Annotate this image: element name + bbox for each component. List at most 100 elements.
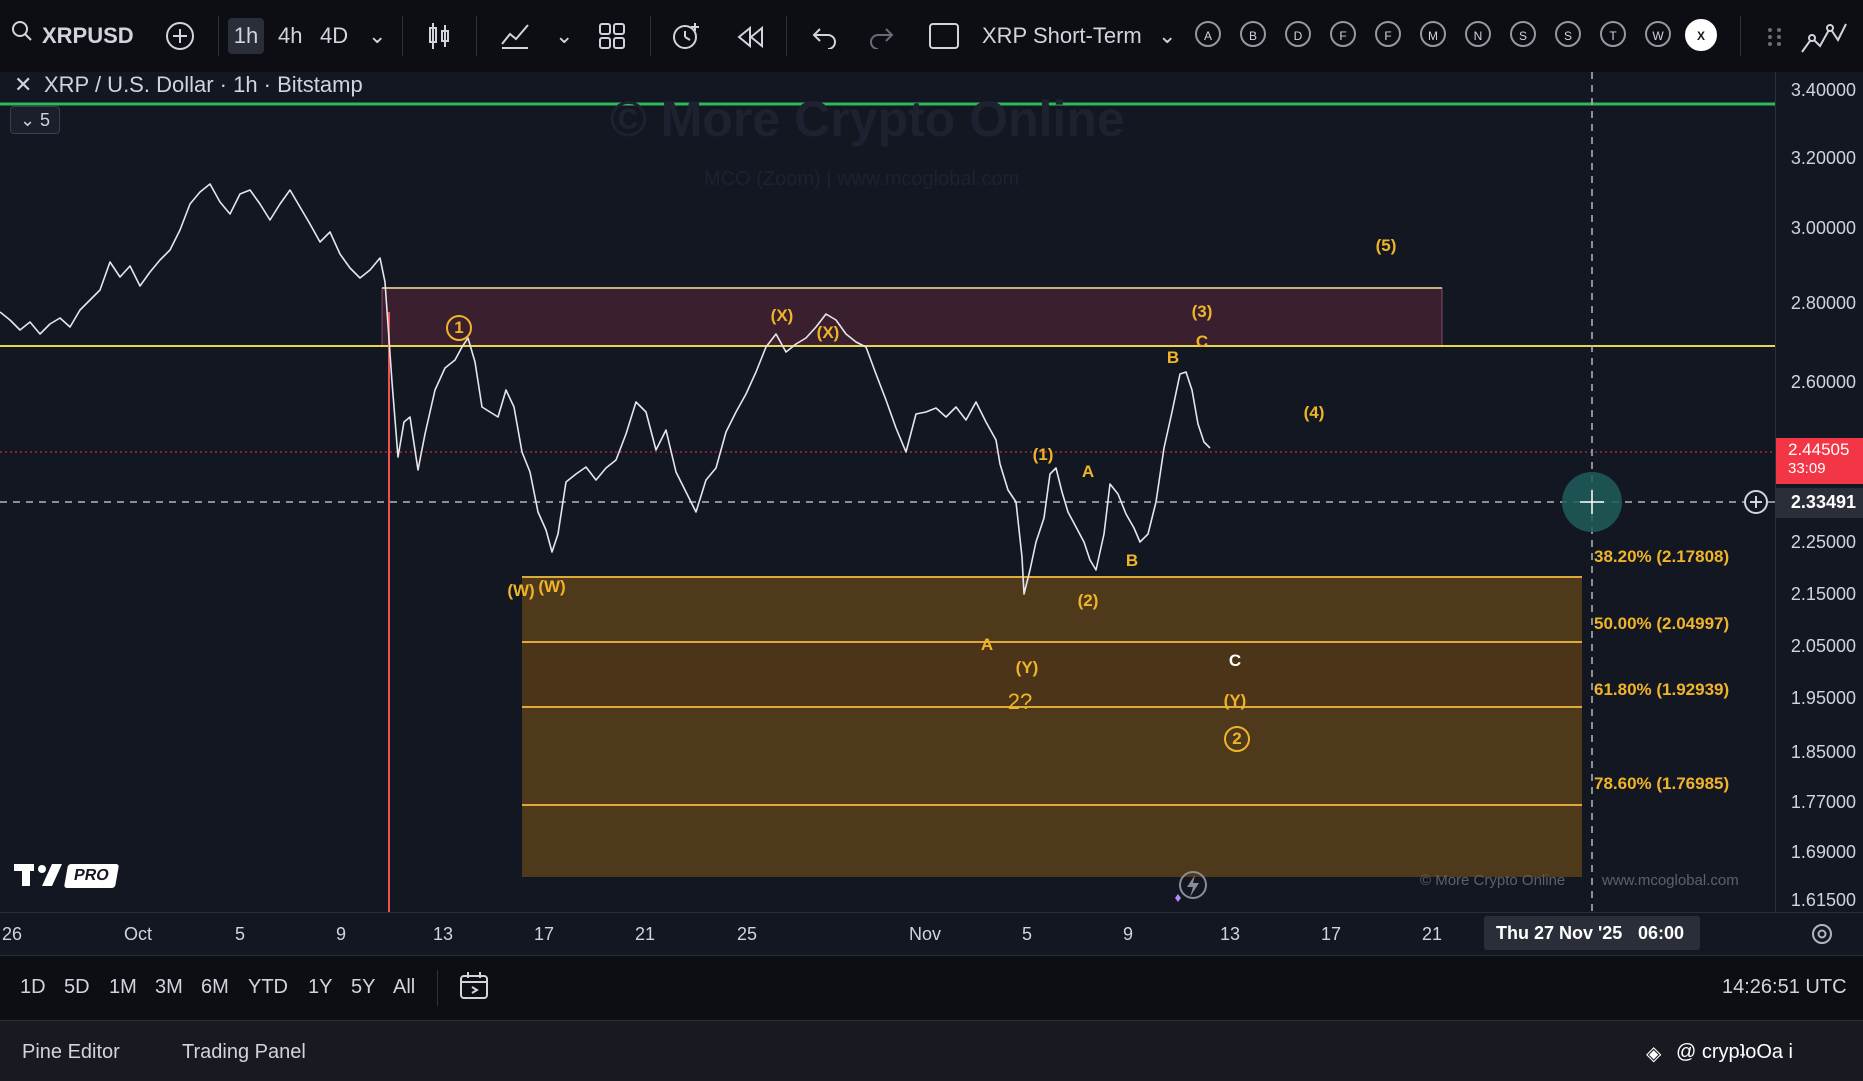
range-1y[interactable]: 1Y (308, 976, 332, 999)
chevron-down-icon[interactable]: ⌄ (1158, 18, 1176, 54)
range-6m[interactable]: 6M (201, 976, 229, 999)
alert-letter-active[interactable]: X (1685, 19, 1717, 51)
alert-letter[interactable]: N (1465, 21, 1491, 47)
interval-1h[interactable]: 1h (228, 18, 264, 54)
wave-label: (Y) (1015, 658, 1039, 677)
price-tick: 3.20000 (1790, 148, 1856, 168)
add-alert-plus-icon[interactable] (1742, 488, 1770, 521)
legend-title: XRP / U.S. Dollar · 1h · Bitstamp (44, 72, 363, 97)
time-tick: 26 (1, 924, 23, 944)
wave-label: (5) (1375, 236, 1397, 255)
wave-label: C (1195, 332, 1209, 351)
time-tick: 13 (1219, 924, 1241, 944)
wave-label: (Y) (1223, 691, 1247, 710)
compare-add-icon[interactable] (164, 20, 196, 56)
alert-letter[interactable]: W (1645, 21, 1671, 47)
go-to-date-icon[interactable] (458, 970, 490, 1007)
price-tick: 1.61500 (1790, 890, 1856, 910)
circled-wave-label: 2 (1224, 726, 1250, 752)
layout-grid-icon[interactable] (598, 22, 626, 58)
bar-countdown: 33:09 (1788, 460, 1826, 477)
crosshair-price: 2.33491 (1790, 492, 1856, 512)
settings-gear-icon[interactable] (1808, 920, 1836, 953)
price-line (0, 183, 1211, 595)
crosshair-clock: 06:00 (1638, 923, 1685, 943)
fib-zone-mid (522, 642, 1582, 707)
alert-letter[interactable]: A (1195, 21, 1221, 47)
time-tick: 25 (736, 924, 758, 944)
diamond-logo-icon: ◈ (1646, 1043, 1662, 1065)
trading-panel-tab[interactable]: Trading Panel (182, 1041, 306, 1064)
range-5d[interactable]: 5D (64, 976, 90, 999)
creator-credit: @ crypʇoOa i (1676, 1041, 1794, 1063)
search-icon[interactable] (10, 18, 34, 54)
chart-pane[interactable]: ✕ XRP / U.S. Dollar · 1h · Bitstamp ⌄ 5 … (0, 72, 1775, 912)
fib-label: 38.20% (2.17808) (1594, 547, 1730, 566)
time-tick: 9 (1122, 924, 1134, 944)
time-tick: 21 (1421, 924, 1443, 944)
range-ytd[interactable]: YTD (248, 976, 288, 999)
watermark-title: © More Crypto Online (610, 91, 1125, 147)
price-tick: 1.85000 (1790, 742, 1856, 762)
layout-name[interactable]: XRP Short-Term (982, 18, 1142, 54)
fib-label: 50.00% (2.04997) (1594, 614, 1730, 633)
time-tick: 17 (1320, 924, 1342, 944)
wave-label: (W) (507, 581, 535, 600)
tradingview-logo (14, 862, 72, 893)
range-1d[interactable]: 1D (20, 976, 46, 999)
replay-icon[interactable] (736, 24, 764, 60)
alert-letter[interactable]: M (1420, 21, 1446, 47)
chevron-down-icon[interactable]: ⌄ (368, 18, 386, 54)
range-5y[interactable]: 5Y (351, 976, 375, 999)
wave-label: (3) (1191, 302, 1213, 321)
price-tick: 1.95000 (1790, 688, 1856, 708)
time-tick: 5 (1021, 924, 1033, 944)
price-tick: 2.80000 (1790, 293, 1856, 313)
chevron-down-icon[interactable]: ⌄ (555, 18, 573, 54)
alert-letter[interactable]: S (1555, 21, 1581, 47)
alert-letter[interactable]: D (1285, 21, 1311, 47)
price-axis[interactable]: 3.40000 3.20000 3.00000 2.80000 2.60000 … (1775, 72, 1863, 912)
alert-letter[interactable]: F (1375, 21, 1401, 47)
close-icon[interactable]: ✕ (14, 72, 32, 98)
lightning-icon[interactable] (1172, 870, 1210, 909)
chevron-down-icon: ⌄ (19, 110, 41, 130)
watermark-bottom-left: © More Crypto Online (1420, 872, 1566, 889)
price-tick: 2.60000 (1790, 372, 1856, 392)
fib-label: 78.60% (1.76985) (1594, 774, 1730, 793)
indicators-icon[interactable] (500, 22, 530, 58)
grip-dots-icon[interactable] (1766, 24, 1784, 60)
price-tick: 1.77000 (1790, 792, 1856, 812)
publish-chart-icon[interactable] (1800, 18, 1850, 54)
time-tick: 13 (432, 924, 454, 944)
price-tick: 1.69000 (1790, 842, 1856, 862)
range-3m[interactable]: 3M (155, 976, 183, 999)
price-tick: 2.05000 (1790, 636, 1856, 656)
symbol-search[interactable]: XRPUSD (42, 18, 134, 54)
resistance-zone (381, 287, 1443, 347)
checkbox-square-icon[interactable] (928, 22, 960, 58)
wave-label: B (1166, 348, 1180, 367)
candles-icon[interactable] (426, 22, 452, 58)
current-price: 2.44505 (1788, 440, 1850, 459)
time-tick: Oct (123, 924, 153, 944)
price-chart-svg (0, 72, 1775, 912)
alert-clock-icon[interactable] (670, 20, 702, 56)
time-tick: 21 (634, 924, 656, 944)
alert-letter[interactable]: B (1240, 21, 1266, 47)
wave-label: (2) (1077, 591, 1099, 610)
legend-collapse-toggle[interactable]: ⌄ 5 (10, 106, 60, 134)
interval-4d[interactable]: 4D (320, 18, 348, 54)
undo-icon[interactable] (810, 24, 838, 60)
redo-icon[interactable] (868, 24, 896, 60)
alert-letter[interactable]: S (1510, 21, 1536, 47)
pine-editor-tab[interactable]: Pine Editor (22, 1041, 120, 1064)
pro-badge: PRO (63, 864, 119, 888)
utc-clock[interactable]: 14:26:51 UTC (1722, 976, 1847, 999)
interval-4h[interactable]: 4h (278, 18, 302, 54)
alert-letter[interactable]: T (1600, 21, 1626, 47)
range-1m[interactable]: 1M (109, 976, 137, 999)
alert-letter[interactable]: F (1330, 21, 1356, 47)
price-tick: 2.15000 (1790, 584, 1856, 604)
range-all[interactable]: All (393, 976, 415, 999)
